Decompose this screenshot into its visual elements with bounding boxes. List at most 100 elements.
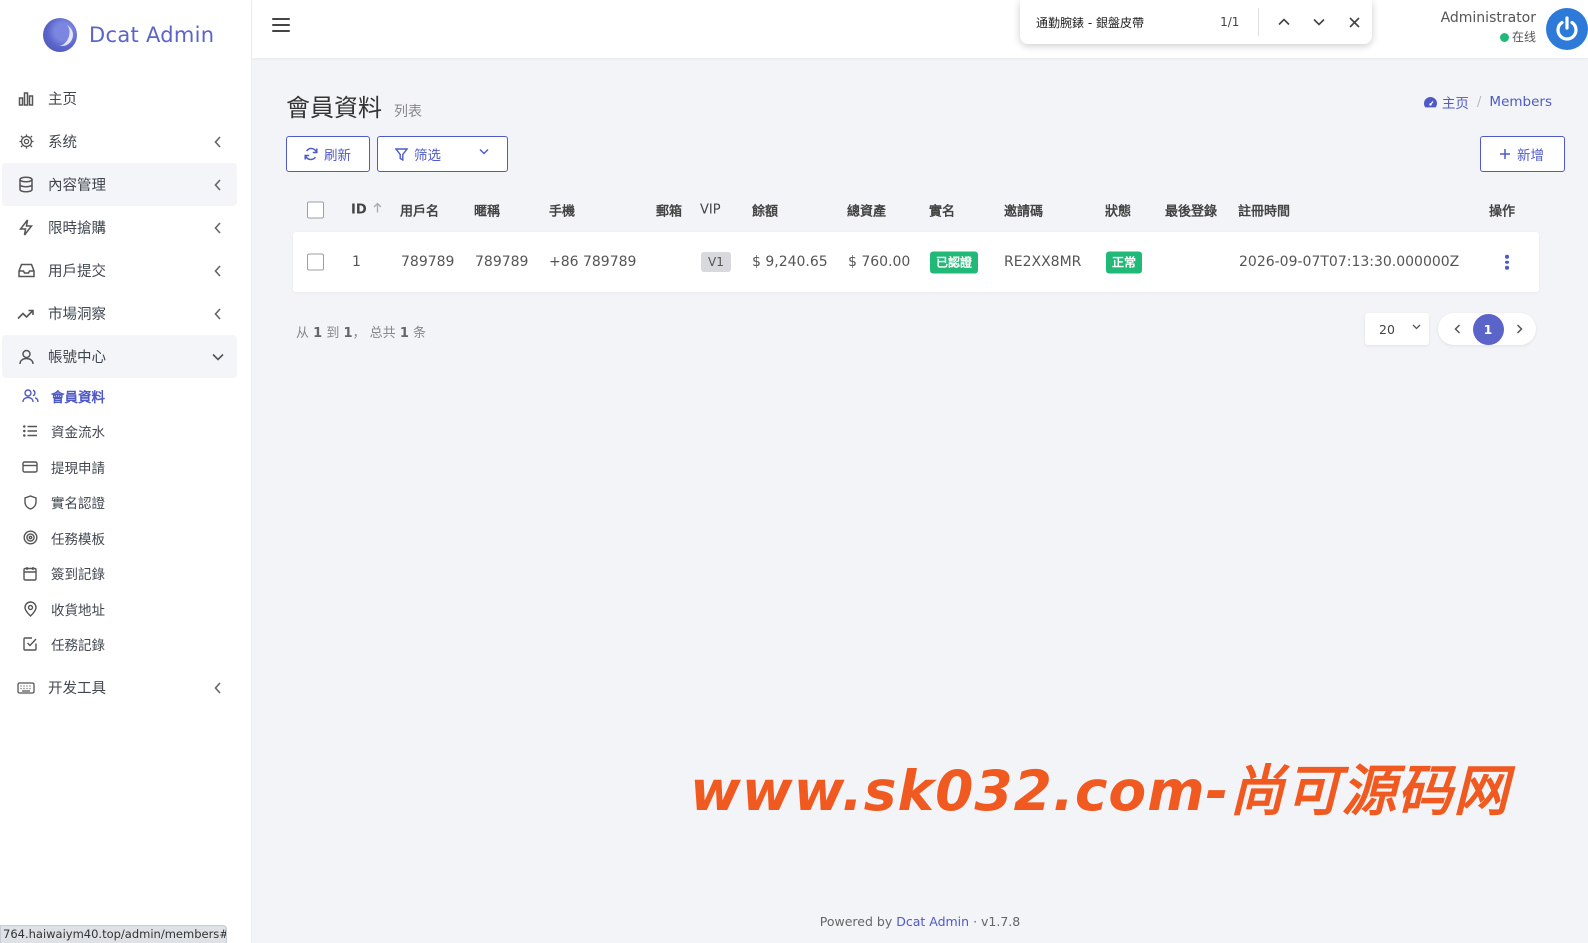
- page-number-button[interactable]: 1: [1472, 313, 1504, 345]
- keyboard-icon: [16, 678, 36, 698]
- row-actions-button[interactable]: [1505, 254, 1509, 270]
- sidebar-subitem-checkin-records[interactable]: 簽到記錄: [21, 556, 251, 592]
- chevron-left-icon: [211, 221, 225, 235]
- row-checkbox[interactable]: [307, 253, 324, 271]
- refresh-button[interactable]: 刷新: [286, 136, 370, 172]
- sidebar-subitem-members[interactable]: 會員資料: [21, 378, 251, 414]
- shield-icon: [21, 493, 39, 511]
- sidebar-item-label: 系统: [48, 135, 77, 151]
- sidebar-submenu-account-center: 會員資料 資金流水 提現申請 實名認證 任務模板 簽到記錄 收貨地址 任務記錄: [0, 378, 251, 662]
- sidebar-item-account-center[interactable]: 帳號中心: [2, 335, 237, 378]
- sidebar-subitem-label: 提現申請: [51, 460, 105, 477]
- column-header-actions: 操作: [1489, 204, 1516, 220]
- column-header-vip: VIP: [700, 202, 721, 218]
- chevron-left-icon: [211, 178, 225, 192]
- column-header-email: 郵箱: [656, 204, 683, 220]
- chevron-left-icon: [211, 681, 225, 695]
- lightning-icon: [16, 218, 36, 238]
- column-header-id[interactable]: ID: [351, 203, 382, 218]
- sidebar-item-user-submissions[interactable]: 用戶提交: [2, 249, 237, 292]
- cell-phone: +86 789789: [549, 254, 637, 270]
- sidebar-subitem-task-records[interactable]: 任務記錄: [21, 627, 251, 663]
- chevron-left-icon: [211, 307, 225, 321]
- sidebar-subitem-realname[interactable]: 實名認證: [21, 485, 251, 521]
- find-next-button[interactable]: [1302, 18, 1337, 26]
- sort-arrow-up-icon: [373, 202, 382, 218]
- sidebar-subitem-label: 資金流水: [51, 425, 105, 442]
- bar-chart-icon: [16, 89, 36, 109]
- credit-card-icon: [21, 458, 39, 476]
- watermark: www.sk032.com-尚可源码网: [690, 759, 1510, 823]
- verified-badge: 已認證: [930, 251, 979, 274]
- main-content: 會員資料 列表 主页 / Members 刷新 筛选 新增 ID 用戶名 暱稱 …: [252, 58, 1588, 943]
- sidebar-item-system[interactable]: 系统: [2, 120, 237, 163]
- per-page-select[interactable]: 20: [1365, 313, 1429, 345]
- find-query[interactable]: 通勤腕錶 - 銀盤皮帶: [1036, 14, 1202, 31]
- dashboard-gauge-icon: [1423, 97, 1437, 108]
- table-header: ID 用戶名 暱稱 手機 郵箱 VIP 餘額 總資產 實名 邀請碼 狀態 最後登…: [293, 192, 1539, 228]
- browser-find-bar: 通勤腕錶 - 銀盤皮帶 1/1: [1020, 0, 1372, 44]
- online-dot-icon: [1499, 33, 1509, 42]
- brand[interactable]: Dcat Admin: [0, 0, 251, 70]
- map-pin-icon: [21, 600, 39, 618]
- calendar-icon: [21, 564, 39, 582]
- sidebar-subitem-fund-flow[interactable]: 資金流水: [21, 414, 251, 450]
- sidebar-subitem-label: 任務記錄: [51, 638, 105, 655]
- sidebar-item-label: 用戶提交: [48, 264, 106, 280]
- find-close-button[interactable]: [1337, 16, 1372, 28]
- sidebar-item-market-insights[interactable]: 市場洞察: [2, 292, 237, 335]
- top-navbar: Administrator 在线: [252, 0, 1588, 58]
- cell-register-time: 2026-09-07T07:13:30.000000Z: [1239, 254, 1460, 270]
- add-new-label: 新增: [1517, 148, 1544, 164]
- more-vertical-icon: [1505, 254, 1509, 270]
- breadcrumb-home[interactable]: 主页: [1423, 92, 1469, 112]
- browser-status-url: 764.haiwaiym40.top/admin/members#: [0, 925, 227, 943]
- find-previous-button[interactable]: [1267, 18, 1302, 26]
- users-icon: [21, 387, 39, 405]
- filter-button[interactable]: 筛选: [377, 136, 508, 172]
- sidebar-subitem-task-templates[interactable]: 任務模板: [21, 520, 251, 556]
- sidebar-menu: 主页 系统 內容管理 限時搶購 用戶提交 市場洞察 帳號中心: [0, 70, 251, 378]
- sidebar-item-label: 內容管理: [48, 178, 106, 194]
- close-icon: [1349, 16, 1360, 28]
- avatar[interactable]: [1546, 8, 1588, 50]
- user-info[interactable]: Administrator 在线: [1441, 10, 1536, 45]
- chevron-down-icon: [1412, 324, 1421, 330]
- breadcrumb-current[interactable]: Members: [1489, 94, 1552, 110]
- per-page-value: 20: [1379, 321, 1395, 337]
- sidebar-subitem-addresses[interactable]: 收貨地址: [21, 591, 251, 627]
- select-all-checkbox[interactable]: [307, 201, 324, 219]
- user-status: 在线: [1441, 28, 1536, 45]
- sidebar-item-content[interactable]: 內容管理: [2, 163, 237, 206]
- find-match-count: 1/1: [1202, 8, 1259, 36]
- sidebar-item-home[interactable]: 主页: [2, 77, 237, 120]
- cell-total-assets: $ 760.00: [848, 254, 911, 270]
- page-title: 會員資料: [286, 94, 382, 122]
- filter-label: 筛选: [414, 148, 441, 164]
- gear-icon: [16, 132, 36, 152]
- column-header-register-time: 註冊時間: [1238, 204, 1291, 220]
- menu-toggle-icon[interactable]: [272, 18, 290, 34]
- sidebar-item-dev-tools[interactable]: 开发工具: [2, 666, 237, 709]
- next-page-button[interactable]: [1512, 322, 1526, 336]
- sidebar-item-label: 主页: [48, 92, 77, 108]
- refresh-icon: [304, 147, 318, 161]
- previous-page-button[interactable]: [1450, 322, 1464, 336]
- sidebar-item-label: 市場洞察: [48, 307, 106, 323]
- cell-realname: 已認證: [930, 251, 979, 274]
- chevron-down-icon: [479, 148, 489, 155]
- pagination-summary: 从 1 到 1， 总共 1 条: [296, 326, 427, 341]
- chevron-left-icon: [1453, 324, 1460, 334]
- column-header-nickname: 暱稱: [474, 204, 501, 220]
- column-header-invite-code: 邀請碼: [1004, 204, 1044, 220]
- sidebar-item-flash-sale[interactable]: 限時搶購: [2, 206, 237, 249]
- column-header-phone: 手機: [549, 204, 576, 220]
- footer-link[interactable]: Dcat Admin: [896, 914, 969, 929]
- cell-balance: $ 9,240.65: [752, 254, 828, 270]
- add-new-button[interactable]: 新增: [1480, 136, 1565, 172]
- chevron-left-icon: [211, 264, 225, 278]
- cell-nickname: 789789: [475, 254, 529, 270]
- sidebar-subitem-label: 收貨地址: [51, 602, 105, 619]
- table-row: 1 789789 789789 +86 789789 V1 $ 9,240.65…: [293, 232, 1539, 292]
- sidebar-subitem-withdrawals[interactable]: 提現申請: [21, 449, 251, 485]
